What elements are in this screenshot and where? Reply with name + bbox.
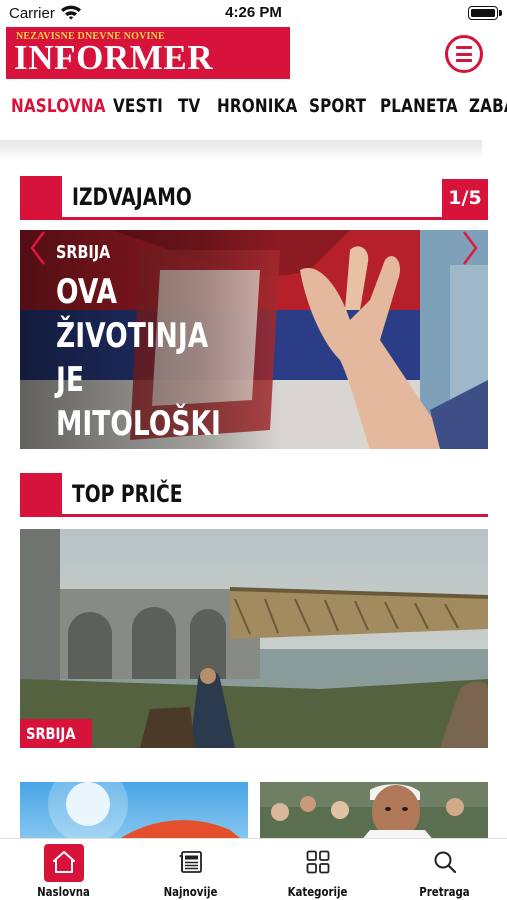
tab-naslovna[interactable]: Naslovna	[0, 841, 127, 900]
informer-logo[interactable]: NEZAVISNE DNEVNE NOVINE INFORMER	[6, 27, 290, 79]
nav-item-sport[interactable]: SPORT	[309, 95, 366, 117]
slide-pager: 1/5	[442, 179, 488, 217]
story-tile-image	[260, 782, 488, 842]
hamburger-menu-button[interactable]	[445, 35, 483, 73]
nav-item-vesti[interactable]: VESTI	[113, 95, 163, 117]
story-category: SRBIJA	[26, 724, 76, 743]
tab-label: Naslovna	[37, 885, 90, 899]
story-tile[interactable]	[20, 782, 248, 842]
chevron-right-icon[interactable]	[461, 230, 479, 266]
top-stories-section-header: TOP PRIČE	[20, 473, 488, 517]
category-nav[interactable]: NASLOVNA VESTI TV HRONIKA SPORT PLANETA …	[0, 91, 507, 125]
grid-icon	[306, 850, 329, 874]
tab-label: Najnovije	[163, 885, 218, 899]
menu-line-icon	[456, 52, 472, 56]
nav-item-planeta[interactable]: PLANETA	[380, 95, 458, 117]
menu-line-icon	[456, 46, 472, 49]
nav-shadow	[0, 140, 482, 160]
nav-item-tv[interactable]: TV	[178, 95, 200, 117]
tab-label: Pretraga	[419, 885, 470, 899]
menu-line-icon	[456, 59, 472, 62]
slide-category: SRBIJA	[56, 242, 111, 263]
battery-icon	[468, 6, 498, 20]
chevron-left-icon[interactable]	[29, 230, 47, 266]
bottom-tab-bar: Naslovna Najnovije Kategorije Pretraga	[0, 838, 507, 900]
battery-tip	[499, 10, 502, 16]
section-marker	[20, 473, 62, 514]
tab-kategorije[interactable]: Kategorije	[254, 841, 381, 900]
status-time: 4:26 PM	[225, 4, 282, 21]
top-story-image	[20, 529, 488, 748]
top-stories-section-title: TOP PRIČE	[72, 480, 183, 508]
featured-slider[interactable]: SRBIJA OVA ŽIVOTINJA JE MITOLOŠKI PREDST…	[20, 230, 488, 449]
newspaper-icon	[179, 851, 202, 873]
tab-najnovije[interactable]: Najnovije	[127, 841, 254, 900]
search-icon	[434, 851, 456, 874]
logo-title: INFORMER	[14, 38, 214, 77]
slide-title[interactable]: OVA ŽIVOTINJA JE MITOLOŠKI PREDSTAVNI...	[56, 270, 273, 449]
tab-pretraga[interactable]: Pretraga	[381, 841, 507, 900]
section-marker	[20, 176, 62, 217]
featured-section-title: IZDVAJAMO	[72, 183, 192, 211]
story-category-badge: SRBIJA	[20, 719, 93, 748]
top-story-card[interactable]: SRBIJA	[20, 529, 488, 748]
nav-item-zabava[interactable]: ZABA	[469, 95, 507, 117]
tab-label: Kategorije	[287, 885, 348, 899]
nav-item-hronika[interactable]: HRONIKA	[217, 95, 297, 117]
story-tile[interactable]	[260, 782, 488, 842]
status-bar: Carrier 4:26 PM	[0, 0, 507, 26]
home-icon	[52, 851, 75, 873]
featured-section-header: IZDVAJAMO 1/5	[20, 176, 488, 220]
nav-item-naslovna[interactable]: NASLOVNA	[11, 95, 106, 117]
story-tile-image	[48, 782, 245, 842]
